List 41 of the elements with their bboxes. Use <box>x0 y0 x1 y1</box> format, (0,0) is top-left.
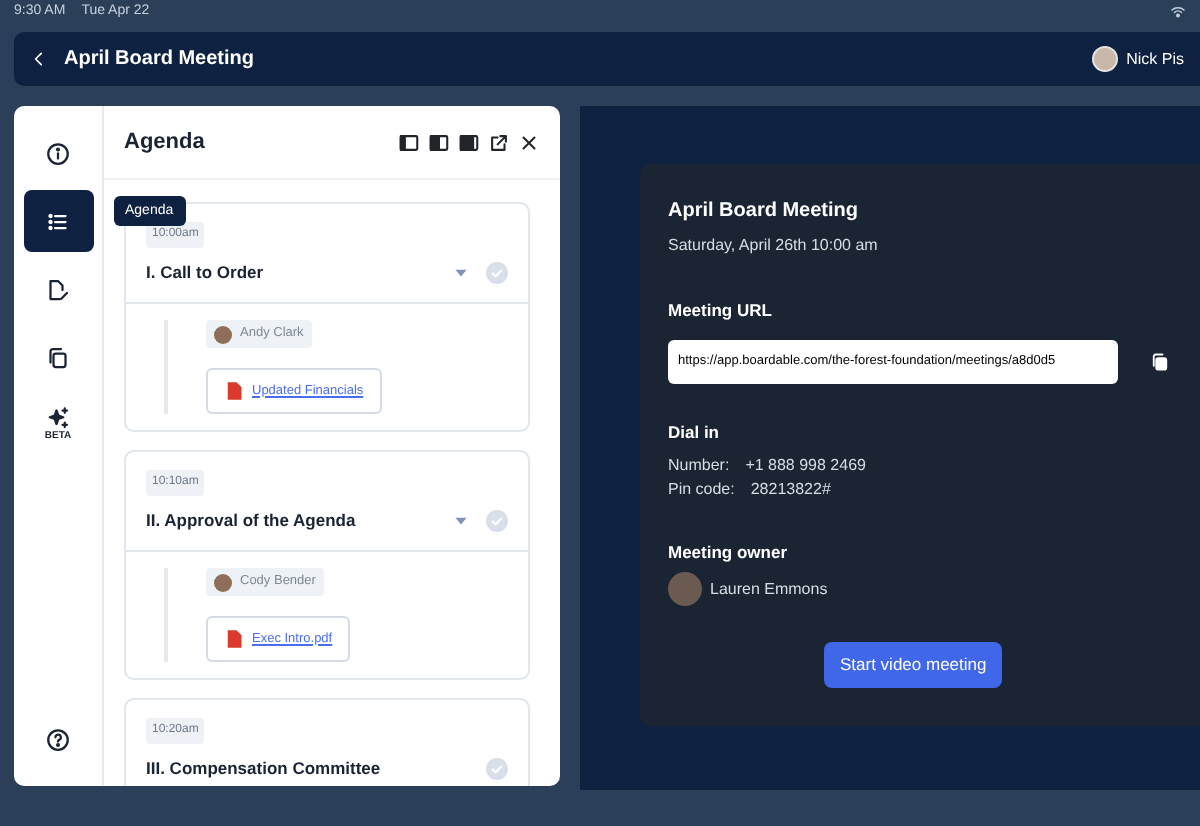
meeting-date: Saturday, April 26th 10:00 am <box>668 234 880 258</box>
field-label: Number: <box>668 453 730 477</box>
pdf-file-icon <box>224 380 244 402</box>
help-icon <box>46 727 70 751</box>
pin-code: 28213822# <box>750 477 831 501</box>
section-label: Dial in <box>668 419 722 445</box>
agenda-item-title[interactable]: I. Call to Order <box>146 260 264 284</box>
section-label: Meeting URL <box>668 298 774 324</box>
avatar-icon <box>214 573 232 591</box>
copy-icon[interactable] <box>1150 351 1170 372</box>
layout-left-icon[interactable] <box>398 131 420 153</box>
phone-number: +1 888 998 2469 <box>745 453 866 477</box>
agenda-item-title[interactable]: III. Compensation Committee <box>146 756 381 780</box>
list-icon <box>46 209 70 233</box>
layout-half-icon[interactable] <box>428 131 450 153</box>
agenda-item-title[interactable]: II. Approval of the Agenda <box>146 508 356 532</box>
list-button[interactable] <box>23 190 93 252</box>
panel-title: Agenda <box>124 127 205 158</box>
avatar-icon <box>214 325 232 343</box>
check-icon[interactable] <box>486 757 508 779</box>
wifi-icon <box>1170 4 1186 20</box>
close-icon[interactable] <box>518 131 540 153</box>
layout-wide-icon[interactable] <box>458 131 480 153</box>
document-edit-icon <box>46 277 70 301</box>
start-video-button[interactable]: Start video meeting <box>824 642 1003 688</box>
external-link-icon[interactable] <box>488 131 510 153</box>
check-icon[interactable] <box>486 261 508 283</box>
field-label: Pin code: <box>668 477 735 501</box>
info-icon <box>46 141 70 165</box>
owner-name: Lauren Emmons <box>710 577 828 602</box>
copy-icon <box>46 345 70 369</box>
check-icon[interactable] <box>486 509 508 531</box>
section-label: Meeting owner <box>668 539 790 565</box>
meeting-title: April Board Meeting <box>668 198 861 226</box>
back-icon[interactable] <box>30 50 48 68</box>
sparkle-icon <box>46 405 70 430</box>
page-title: April Board Meeting <box>64 46 255 74</box>
pdf-file-icon <box>224 628 244 650</box>
user-avatar[interactable] <box>1092 46 1119 72</box>
owner-avatar <box>668 572 702 607</box>
user-name[interactable]: Nick Pis <box>1126 47 1184 71</box>
